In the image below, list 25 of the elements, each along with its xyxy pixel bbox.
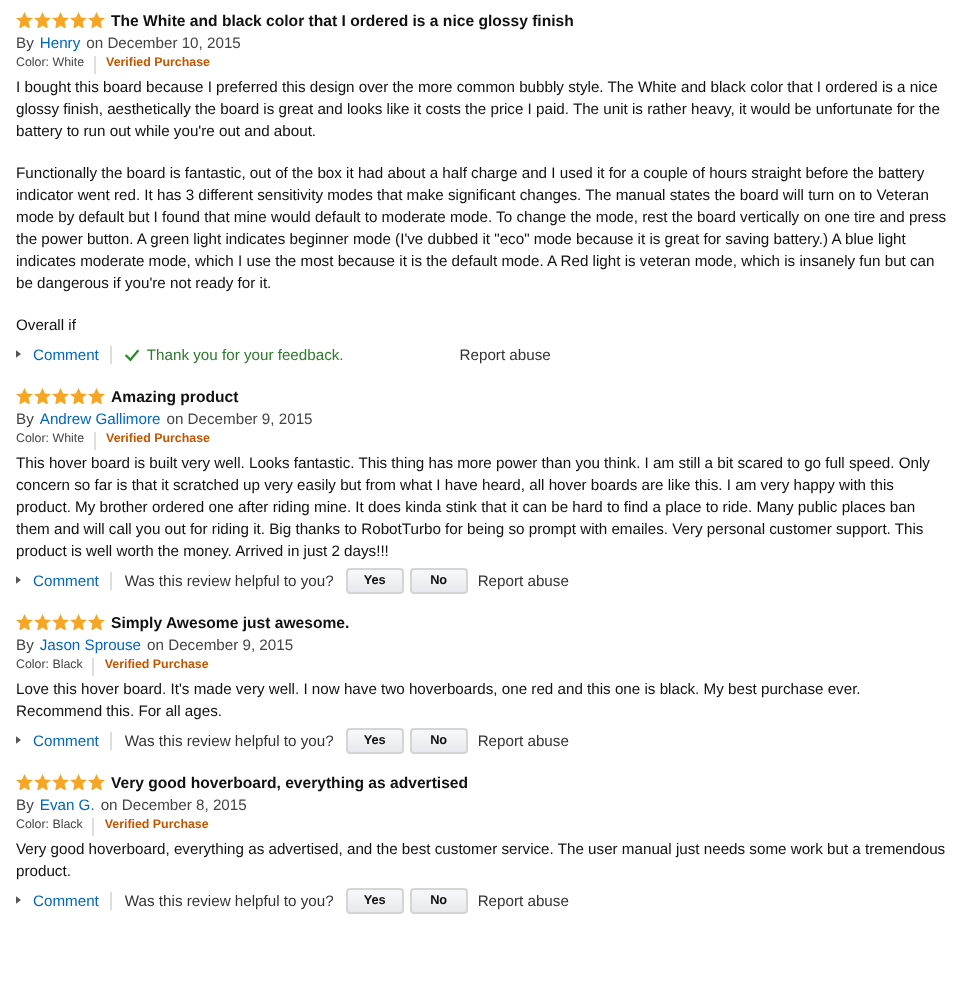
star-filled-icon — [88, 773, 105, 791]
star-filled-icon — [52, 11, 69, 29]
star-filled-icon — [34, 11, 51, 29]
star-filled-icon — [34, 773, 51, 791]
checkmark-icon — [124, 347, 141, 361]
expand-triangle-icon — [16, 896, 21, 904]
expand-triangle-icon — [16, 736, 21, 744]
star-filled-icon — [88, 11, 105, 29]
star-filled-icon — [52, 613, 69, 631]
star-filled-icon — [88, 613, 105, 631]
star-filled-icon — [70, 11, 87, 29]
star-filled-icon — [88, 387, 105, 405]
star-filled-icon — [34, 613, 51, 631]
star-filled-icon — [16, 11, 33, 29]
star-filled-icon — [16, 387, 33, 405]
star-filled-icon — [70, 613, 87, 631]
star-filled-icon — [16, 773, 33, 791]
star-filled-icon — [16, 613, 33, 631]
star-filled-icon — [34, 387, 51, 405]
star-filled-icon — [70, 387, 87, 405]
star-filled-icon — [52, 387, 69, 405]
expand-triangle-icon — [16, 350, 21, 358]
star-filled-icon — [52, 773, 69, 791]
expand-triangle-icon — [16, 576, 21, 584]
star-filled-icon — [70, 773, 87, 791]
